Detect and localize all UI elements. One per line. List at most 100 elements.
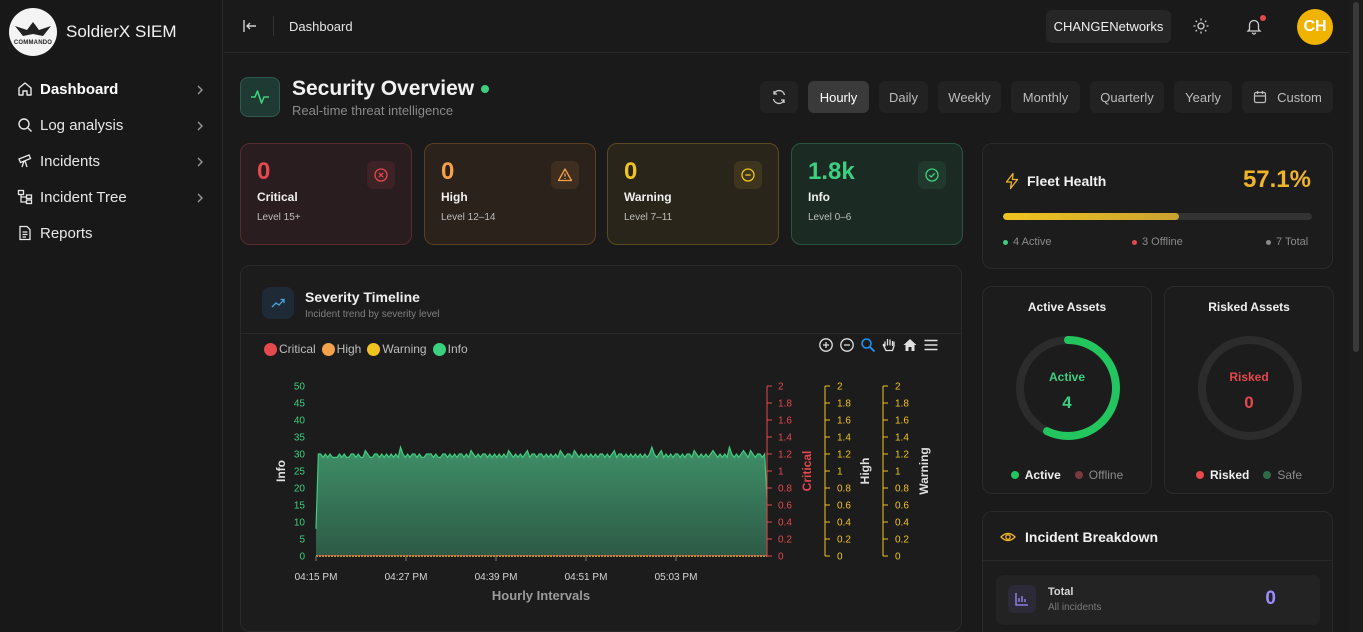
sidebar-item-reports[interactable]: Reports <box>0 215 222 251</box>
pan-hand-icon[interactable] <box>880 336 898 354</box>
lightning-icon <box>1003 172 1021 190</box>
legend-offline-label: Offline <box>1088 468 1124 482</box>
critical-axis-tick: 1 <box>778 467 784 478</box>
high-axis-tick: 2 <box>837 382 843 393</box>
info-card[interactable]: 1.8k Info Level 0–6 <box>791 143 963 245</box>
warning-axis-tick: 1.2 <box>895 450 909 461</box>
logo-text: COMMANDO <box>13 40 53 46</box>
critical-label: Critical <box>257 190 298 204</box>
legend-active: Active <box>1010 468 1061 482</box>
period-yearly-button[interactable]: Yearly <box>1174 81 1232 113</box>
legend-warning[interactable]: Warning <box>367 342 427 356</box>
sidebar-item-incidents[interactable]: Incidents <box>0 143 222 179</box>
timeline-title: Severity Timeline <box>305 289 420 305</box>
legend-dot <box>1010 471 1019 479</box>
high-axis-tick: 0.2 <box>837 535 851 546</box>
active-ring-label: Active <box>1048 370 1086 384</box>
chevron-right-icon <box>194 155 206 167</box>
zoom-out-icon[interactable] <box>838 336 856 354</box>
legend-high[interactable]: High <box>321 342 361 356</box>
x-axis-tick: 04:27 PM <box>385 572 428 583</box>
refresh-button[interactable] <box>760 81 798 113</box>
total-incidents-row[interactable]: Total All incidents 0 <box>996 575 1320 625</box>
brand[interactable]: COMMANDO SoldierX SIEM <box>0 0 222 64</box>
critical-card[interactable]: 0 Critical Level 15+ <box>240 143 412 245</box>
critical-axis-tick: 1.2 <box>778 450 792 461</box>
collapse-sidebar-icon[interactable] <box>241 17 259 35</box>
sun-icon[interactable] <box>1192 17 1210 35</box>
scroll-thumb[interactable] <box>1353 2 1359 352</box>
period-custom-button[interactable]: Custom <box>1242 81 1333 113</box>
legend-info[interactable]: Info <box>432 342 468 356</box>
active-assets-legend: Active Offline <box>983 468 1151 482</box>
period-monthly-button[interactable]: Monthly <box>1011 81 1080 113</box>
warning-card[interactable]: 0 Warning Level 7–11 <box>607 143 779 245</box>
severity-timeline-panel: Severity Timeline Incident trend by seve… <box>240 265 962 632</box>
legend-active-label: Active <box>1024 468 1061 482</box>
critical-axis-tick: 1.8 <box>778 399 792 410</box>
fleet-health-card: Fleet Health 57.1% 4 Active 3 Offline 7 … <box>982 143 1333 269</box>
info-series-area <box>316 447 767 556</box>
calendar-icon <box>1253 91 1267 104</box>
period-quarterly-button[interactable]: Quarterly <box>1090 81 1164 113</box>
legend-safe: Safe <box>1263 468 1302 482</box>
reset-home-icon[interactable] <box>901 336 919 354</box>
legend-swatch <box>264 342 277 356</box>
activity-icon <box>240 77 280 117</box>
org-switcher-button[interactable]: CHANGENetworks <box>1046 10 1171 43</box>
live-status-dot <box>481 85 489 93</box>
period-hourly-button[interactable]: Hourly <box>808 81 869 113</box>
menu-icon[interactable] <box>922 336 940 354</box>
legend-critical[interactable]: Critical <box>264 342 316 356</box>
high-axis-tick: 1.4 <box>837 433 851 444</box>
sidebar-item-log-analysis[interactable]: Log analysis <box>0 107 222 143</box>
high-level: Level 12–14 <box>441 212 496 223</box>
risked-assets-title: Risked Assets <box>1208 300 1290 314</box>
legend-offline: Offline <box>1074 468 1124 482</box>
warning-axis-tick: 2 <box>895 382 901 393</box>
high-card[interactable]: 0 High Level 12–14 <box>424 143 596 245</box>
legend-dot <box>1074 471 1083 479</box>
total-incidents-label: Total <box>1048 586 1074 598</box>
fleet-active-label: 4 Active <box>1013 236 1052 248</box>
breadcrumb[interactable]: Dashboard <box>289 19 353 34</box>
divider <box>983 560 1332 561</box>
sidebar-nav: Dashboard Log analysis Incidents Inciden… <box>0 71 222 251</box>
period-daily-button[interactable]: Daily <box>879 81 928 113</box>
page-scrollbar[interactable] <box>1349 0 1363 632</box>
sidebar-item-label: Dashboard <box>40 80 119 98</box>
document-icon <box>16 224 34 242</box>
critical-axis-tick: 1.6 <box>778 416 792 427</box>
warning-axis-tick: 1.4 <box>895 433 909 444</box>
sidebar-item-label: Reports <box>40 224 93 242</box>
avatar[interactable]: CH <box>1297 9 1333 45</box>
legend-swatch <box>367 342 381 356</box>
breadcrumb-separator <box>273 16 274 36</box>
warning-axis-tick: 0.6 <box>895 501 909 512</box>
warning-axis-tick: 1.6 <box>895 416 909 427</box>
fleet-health-percent: 57.1% <box>1242 166 1311 193</box>
zoom-select-icon[interactable] <box>859 336 877 354</box>
warning-axis-title: Warning <box>917 447 931 495</box>
sidebar-item-dashboard[interactable]: Dashboard <box>0 71 222 107</box>
page-title: Security Overview <box>292 77 475 100</box>
warning-level: Level 7–11 <box>624 212 673 223</box>
period-weekly-button[interactable]: Weekly <box>938 81 1001 113</box>
warning-axis-tick: 0 <box>895 552 901 563</box>
active-assets-title: Active Assets <box>1027 300 1107 314</box>
incident-breakdown-card: Incident Breakdown Total All incidents 0 <box>982 511 1333 632</box>
high-axis-tick: 0 <box>837 552 843 563</box>
legend-label: Info <box>447 342 468 356</box>
active-ring-value: 4 <box>1062 393 1072 412</box>
info-axis-tick: 30 <box>294 450 306 461</box>
chevron-right-icon <box>194 119 206 131</box>
critical-axis-tick: 2 <box>778 382 784 393</box>
sidebar-item-label: Incident Tree <box>40 188 127 206</box>
severity-chart[interactable]: 50454035302520151050Info21.81.61.41.210.… <box>241 366 961 616</box>
zoom-in-icon[interactable] <box>817 336 835 354</box>
critical-axis-tick: 0.8 <box>778 484 792 495</box>
critical-axis-tick: 0.6 <box>778 501 792 512</box>
x-axis-tick: 05:03 PM <box>655 572 698 583</box>
notification-dot <box>1260 15 1266 21</box>
sidebar-item-incident-tree[interactable]: Incident Tree <box>0 179 222 215</box>
